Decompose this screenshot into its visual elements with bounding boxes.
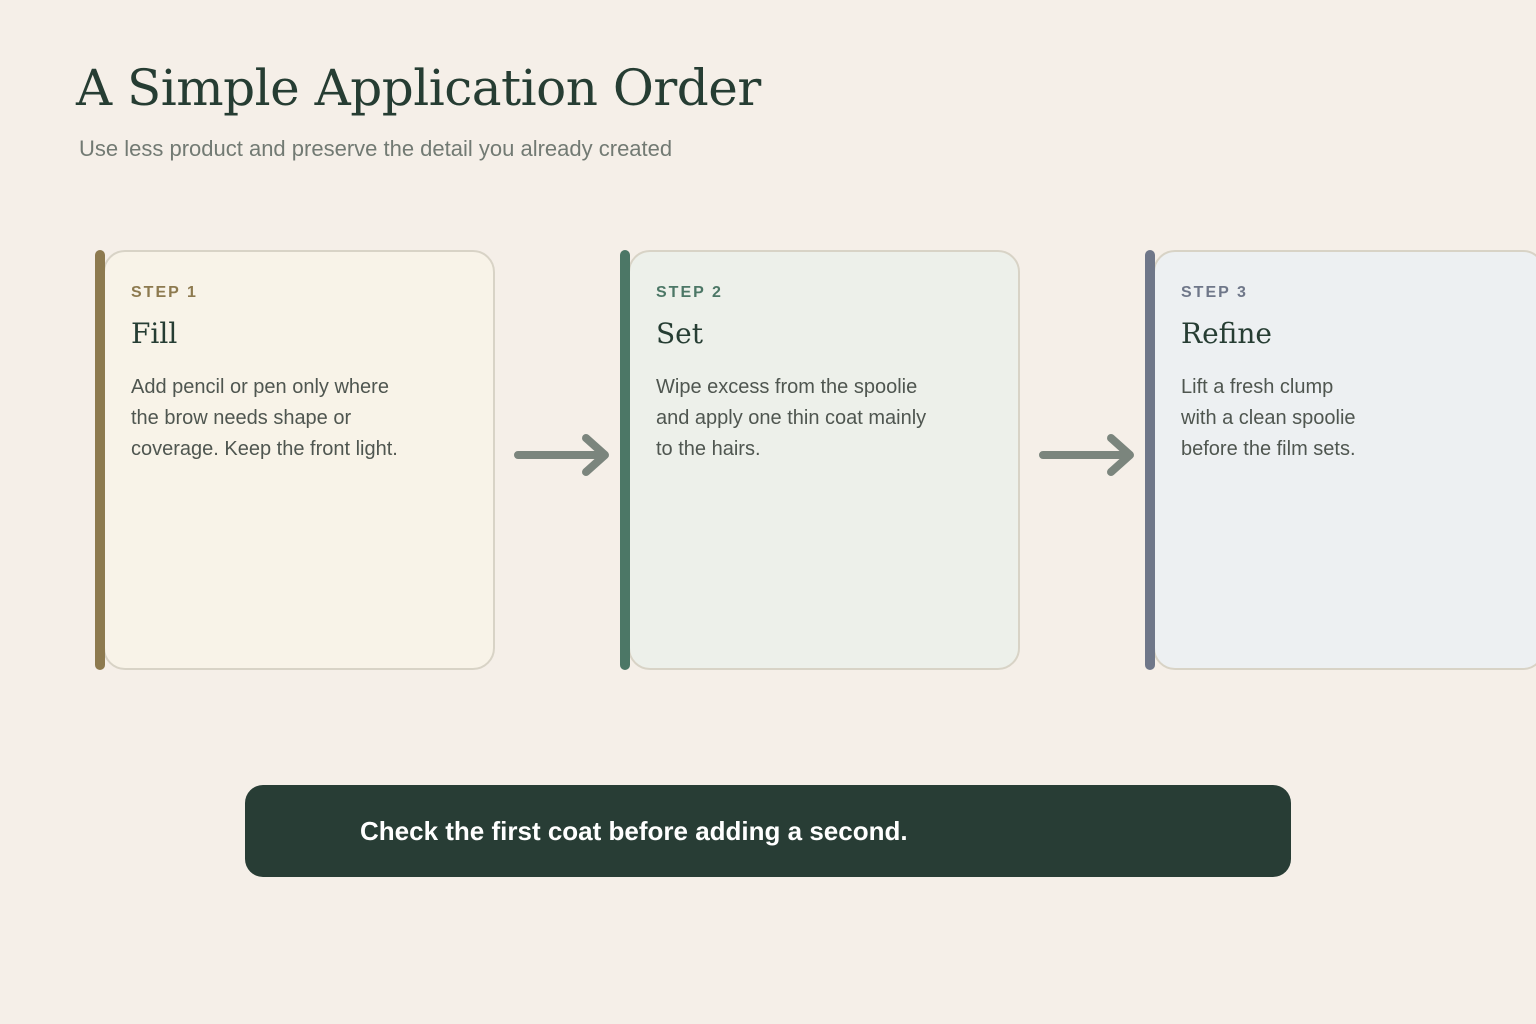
step-accent-bar xyxy=(620,250,630,670)
step-card-set: STEP 2 Set Wipe excess from the spoolie … xyxy=(628,250,1020,670)
step-card-refine: STEP 3 Refine Lift a fresh clump with a … xyxy=(1153,250,1536,670)
tip-callout: Check the first coat before adding a sec… xyxy=(245,785,1291,877)
step-description: Wipe excess from the spoolie and apply o… xyxy=(656,376,927,460)
step-title: Refine xyxy=(1181,317,1272,350)
page-title: A Simple Application Order xyxy=(76,59,761,117)
arrow-right-icon xyxy=(514,434,609,476)
step-title: Set xyxy=(656,317,704,350)
arrow-right-icon xyxy=(1039,434,1134,476)
page-subtitle: Use less product and preserve the detail… xyxy=(79,136,673,161)
step-label: STEP 2 xyxy=(656,284,723,301)
step-description: Lift a fresh clump with a clean spoolie … xyxy=(1181,376,1356,460)
step-accent-bar xyxy=(95,250,105,670)
step-label: STEP 3 xyxy=(1181,284,1248,301)
callout-text: Check the first coat before adding a sec… xyxy=(360,816,908,846)
step-accent-bar xyxy=(1145,250,1155,670)
step-title: Fill xyxy=(131,317,178,350)
step-card-fill: STEP 1 Fill Add pencil or pen only where… xyxy=(103,250,495,670)
step-description: Add pencil or pen only where the brow ne… xyxy=(131,376,398,460)
step-label: STEP 1 xyxy=(131,284,198,301)
